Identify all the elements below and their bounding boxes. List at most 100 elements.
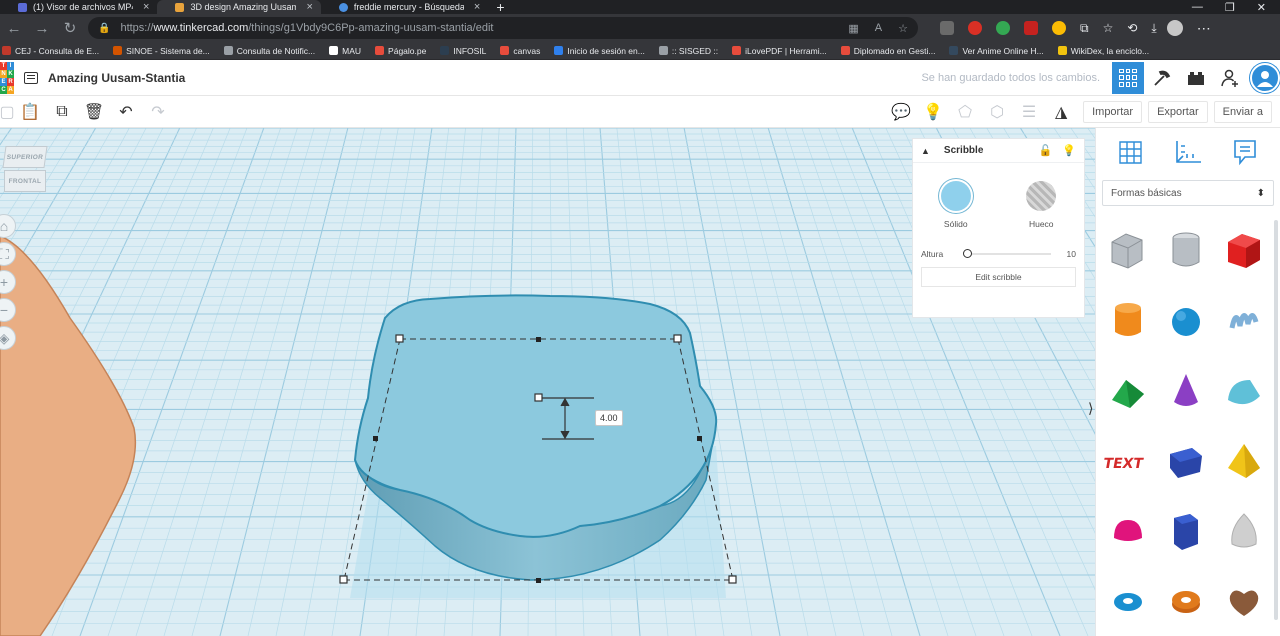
lock-icon[interactable]: 🔓 xyxy=(1039,144,1053,157)
shape-sphere[interactable] xyxy=(1160,290,1212,354)
bookmark-item[interactable]: CEJ - Consulta de E... xyxy=(2,46,99,56)
shape-scribble[interactable] xyxy=(1218,290,1270,354)
shape-category-select[interactable]: Formas básicas ⬍ xyxy=(1102,180,1274,206)
view-cube-top[interactable]: SUPERIOR xyxy=(2,146,48,168)
shape-torus[interactable] xyxy=(1102,570,1154,634)
close-icon[interactable]: × xyxy=(306,1,312,13)
extension-icon[interactable] xyxy=(940,21,954,35)
address-bar[interactable]: 🔒 https://www.tinkercad.com/things/g1Vbd… xyxy=(88,17,918,39)
hole-swatch[interactable] xyxy=(1026,181,1057,211)
pdf-extension-icon[interactable] xyxy=(1024,21,1038,35)
edit-scribble-button[interactable]: Edit scribble xyxy=(921,267,1076,287)
more-menu-icon[interactable]: ⋯ xyxy=(1197,20,1211,37)
bookmark-item[interactable]: Consulta de Notific... xyxy=(223,46,315,56)
shape-half-sphere[interactable] xyxy=(1102,500,1154,564)
bookmark-item[interactable]: WikiDex, la enciclo... xyxy=(1057,46,1149,56)
app-available-icon[interactable]: ▦ xyxy=(848,22,858,35)
shape-cylinder[interactable] xyxy=(1102,290,1154,354)
lock-icon[interactable]: 🔒 xyxy=(98,23,110,34)
ungroup-icon[interactable]: ⬡ xyxy=(981,96,1013,128)
shape-diamond[interactable] xyxy=(1160,430,1212,494)
back-icon[interactable]: ← xyxy=(0,20,28,37)
panel-toggle-icon[interactable]: ⟩ xyxy=(1088,400,1093,417)
solid-option[interactable]: Sólido xyxy=(940,181,971,229)
profile-avatar[interactable] xyxy=(1166,20,1183,36)
bookmark-item[interactable]: :: SISGED :: xyxy=(658,46,718,56)
close-icon[interactable]: × xyxy=(143,1,149,13)
height-param-value[interactable]: 10 xyxy=(1067,249,1076,259)
download-icon[interactable]: ⤓ xyxy=(1151,21,1156,36)
read-aloud-icon[interactable]: A xyxy=(875,22,882,35)
shape-text[interactable]: TEXT xyxy=(1102,430,1154,494)
reload-icon[interactable]: ↻ xyxy=(56,19,84,37)
slider-knob[interactable] xyxy=(963,249,973,258)
redo-icon[interactable]: ↷ xyxy=(142,96,174,128)
shape-heart[interactable] xyxy=(1218,570,1270,634)
corner-handle[interactable] xyxy=(339,575,348,584)
export-button[interactable]: Exportar xyxy=(1148,100,1208,123)
corner-handle[interactable] xyxy=(395,334,404,343)
duplicate-icon[interactable]: ⧉ xyxy=(46,96,78,128)
send-to-button[interactable]: Enviar a xyxy=(1213,100,1272,123)
design-title[interactable]: Amazing Uusam-Stantia xyxy=(48,71,185,85)
new-shape-icon[interactable]: ▢ xyxy=(0,96,15,128)
corner-handle[interactable] xyxy=(673,334,682,343)
restore-icon[interactable]: ❐ xyxy=(1225,1,1235,14)
delete-icon[interactable]: 🗑 xyxy=(78,96,110,128)
shape-paraboloid[interactable] xyxy=(1218,500,1270,564)
browser-tab-0[interactable]: (1) Visor de archivos MP4 | Micr × xyxy=(0,0,157,14)
collapse-caret-icon[interactable]: ▲ xyxy=(921,146,930,156)
corner-handle[interactable] xyxy=(728,575,737,584)
solid-swatch[interactable] xyxy=(940,181,971,211)
close-icon[interactable]: × xyxy=(474,1,480,13)
view-cube-front[interactable]: FRONTAL xyxy=(4,170,46,192)
shape-round-roof[interactable] xyxy=(1218,360,1270,424)
forward-icon[interactable]: → xyxy=(28,20,56,37)
import-button[interactable]: Importar xyxy=(1083,100,1143,123)
view-cube[interactable]: SUPERIOR FRONTAL xyxy=(2,146,48,198)
bookmark-item[interactable]: Diplomado en Gesti... xyxy=(840,46,935,56)
close-window-icon[interactable]: ✕ xyxy=(1257,1,1266,14)
browser-tab-1[interactable]: 3D design Amazing Uusam-Stan × xyxy=(157,0,321,14)
bookmark-item[interactable]: Ver Anime Online H... xyxy=(949,46,1044,56)
new-tab-button[interactable]: + xyxy=(488,0,512,15)
history-icon[interactable]: ⟲ xyxy=(1127,21,1137,35)
blocks-view-button[interactable] xyxy=(1146,62,1178,94)
group-icon[interactable]: ⬠ xyxy=(949,96,981,128)
favorite-star-icon[interactable]: ☆ xyxy=(898,22,908,35)
puzzle-icon[interactable]: ⧉ xyxy=(1080,21,1089,36)
light-bulb-icon[interactable]: 💡 xyxy=(1062,144,1076,157)
bricks-view-button[interactable] xyxy=(1180,62,1212,94)
shape-box-hole[interactable] xyxy=(1102,220,1154,284)
shape-roof[interactable] xyxy=(1102,360,1154,424)
bookmark-item[interactable]: canvas xyxy=(500,46,540,56)
browser-tab-2[interactable]: freddie mercury - Búsqueda de G × xyxy=(321,0,488,14)
designs-list-icon[interactable] xyxy=(24,71,38,84)
shape-cylinder-hole[interactable] xyxy=(1160,220,1212,284)
paste-icon[interactable]: 📋 xyxy=(14,96,46,128)
shape-polygon[interactable] xyxy=(1160,500,1212,564)
3d-view-button[interactable] xyxy=(1112,61,1144,94)
ruler-tool-button[interactable] xyxy=(1173,136,1203,168)
undo-icon[interactable]: ↶ xyxy=(110,96,142,128)
extension-icon[interactable] xyxy=(996,21,1010,35)
tinkercad-logo[interactable]: TINKERCA xyxy=(0,61,14,94)
height-value-input[interactable]: 4.00 xyxy=(595,410,623,426)
shape-pyramid[interactable] xyxy=(1218,430,1270,494)
shape-tube[interactable] xyxy=(1160,570,1212,634)
height-slider[interactable] xyxy=(963,249,1052,258)
bookmark-item[interactable]: INFOSIL xyxy=(440,46,486,56)
extension-icon[interactable] xyxy=(968,21,982,35)
notes-tool-button[interactable] xyxy=(1230,136,1260,168)
bookmark-item[interactable]: Págalo.pe xyxy=(375,46,426,56)
workplane-tool-button[interactable] xyxy=(1116,136,1146,168)
mirror-icon[interactable]: ◮ xyxy=(1045,96,1077,128)
notes-icon[interactable]: 💬 xyxy=(885,96,917,128)
user-avatar[interactable] xyxy=(1250,62,1280,93)
bookmark-item[interactable]: iLovePDF | Herrami... xyxy=(732,46,827,56)
bookmark-item[interactable]: Inicio de sesión en... xyxy=(554,46,645,56)
minimize-icon[interactable]: — xyxy=(1192,1,1203,14)
bookmark-item[interactable]: MAU xyxy=(329,46,361,56)
shape-box[interactable] xyxy=(1218,220,1270,284)
bookmark-item[interactable]: SINOE - Sistema de... xyxy=(113,46,210,56)
